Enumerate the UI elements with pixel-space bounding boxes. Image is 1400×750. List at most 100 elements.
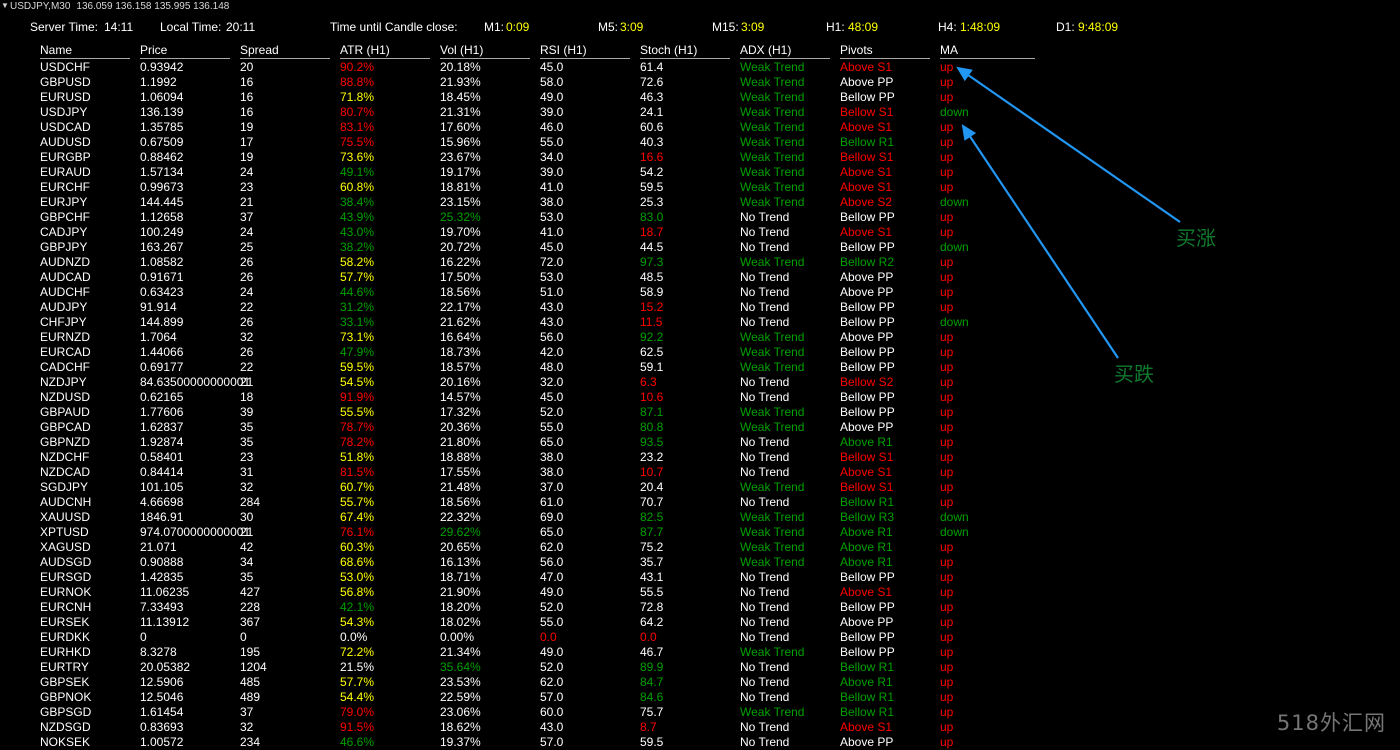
cell-spread: 24 [240,165,253,180]
cell-pivot: Bellow PP [840,345,895,360]
cell-rsi: 49.0 [540,645,563,660]
column-header-stoch[interactable]: Stoch (H1) [640,44,730,59]
table-row[interactable]: EURCNH7.3349322842.1%18.20%52.072.8No Tr… [0,600,1400,615]
cell-rsi: 57.0 [540,690,563,705]
table-row[interactable]: NZDUSD0.621651891.9%14.57%45.010.6No Tre… [0,390,1400,405]
cell-stoch: 44.5 [640,240,663,255]
table-row[interactable]: NZDCAD0.844143181.5%17.55%38.010.7No Tre… [0,465,1400,480]
cell-price: 0.69177 [140,360,183,375]
table-row[interactable]: USDCAD1.357851983.1%17.60%46.060.6Weak T… [0,120,1400,135]
cell-stoch: 59.5 [640,735,663,750]
table-row[interactable]: CADCHF0.691772259.5%18.57%48.059.1Weak T… [0,360,1400,375]
table-row[interactable]: EURHKD8.327819572.2%21.34%49.046.7Weak T… [0,645,1400,660]
cell-ma: down [940,510,969,525]
table-row[interactable]: GBPNZD1.928743578.2%21.80%65.093.5No Tre… [0,435,1400,450]
cell-ma: up [940,720,953,735]
table-row[interactable]: EURSEK11.1391236754.3%18.02%55.064.2No T… [0,615,1400,630]
cell-spread: 16 [240,105,253,120]
table-row[interactable]: EURAUD1.571342449.1%19.17%39.054.2Weak T… [0,165,1400,180]
chart-menu-caret-icon[interactable]: ▼ [0,0,10,13]
table-row[interactable]: GBPUSD1.19921688.8%21.93%58.072.6Weak Tr… [0,75,1400,90]
table-row[interactable]: SGDJPY101.1053260.7%21.48%37.020.4Weak T… [0,480,1400,495]
table-row[interactable]: CHFJPY144.8992633.1%21.62%43.011.5No Tre… [0,315,1400,330]
table-row[interactable]: EURCHF0.996732360.8%18.81%41.059.5Weak T… [0,180,1400,195]
table-row[interactable]: GBPAUD1.776063955.5%17.32%52.087.1Weak T… [0,405,1400,420]
column-header-vol[interactable]: Vol (H1) [440,44,530,59]
table-row[interactable]: XAGUSD21.0714260.3%20.65%62.075.2Weak Tr… [0,540,1400,555]
cell-vol: 19.70% [440,225,481,240]
cell-pivot: Bellow S1 [840,480,893,495]
table-row[interactable]: EURNOK11.0623542756.8%21.90%49.055.5No T… [0,585,1400,600]
column-header-spread[interactable]: Spread [240,44,330,59]
table-row[interactable]: EURJPY144.4452138.4%23.15%38.025.3Weak T… [0,195,1400,210]
cell-stoch: 24.1 [640,105,663,120]
table-row[interactable]: XPTUSD974.07000000000012176.1%29.62%65.0… [0,525,1400,540]
table-row[interactable]: AUDUSD0.675091775.5%15.96%55.040.3Weak T… [0,135,1400,150]
table-row[interactable]: GBPJPY163.2672538.2%20.72%45.044.5No Tre… [0,240,1400,255]
table-row[interactable]: GBPSEK12.590648557.7%23.53%62.084.7No Tr… [0,675,1400,690]
table-row[interactable]: GBPCHF1.126583743.9%25.32%53.083.0No Tre… [0,210,1400,225]
cell-stoch: 55.5 [640,585,663,600]
table-row[interactable]: AUDCAD0.916712657.7%17.50%53.048.5No Tre… [0,270,1400,285]
table-row[interactable]: GBPSGD1.614543779.0%23.06%60.075.7Weak T… [0,705,1400,720]
cell-pivot: Bellow PP [840,360,895,375]
cell-rsi: 38.0 [540,450,563,465]
column-header-name[interactable]: Name [40,44,130,59]
table-row[interactable]: GBPCAD1.628373578.7%20.36%55.080.8Weak T… [0,420,1400,435]
column-header-ma[interactable]: MA [940,44,1035,59]
table-row[interactable]: AUDSGD0.908883468.6%16.13%56.035.7Weak T… [0,555,1400,570]
cell-stoch: 8.7 [640,720,657,735]
timer-h4-name: H4: [938,18,957,36]
table-row[interactable]: NZDSGD0.836933291.5%18.62%43.08.7No Tren… [0,720,1400,735]
cell-price: 1.1992 [140,75,177,90]
table-row[interactable]: GBPNOK12.504648954.4%22.59%57.084.6No Tr… [0,690,1400,705]
column-header-rsi[interactable]: RSI (H1) [540,44,630,59]
table-row[interactable]: AUDJPY91.9142231.2%22.17%43.015.2No Tren… [0,300,1400,315]
cell-adx: No Trend [740,270,789,285]
table-row[interactable]: EURNZD1.70643273.1%16.64%56.092.2Weak Tr… [0,330,1400,345]
table-row[interactable]: EURTRY20.05382120421.5%35.64%52.089.9No … [0,660,1400,675]
cell-vol: 15.96% [440,135,481,150]
table-row[interactable]: NZDCHF0.584012351.8%18.88%38.023.2No Tre… [0,450,1400,465]
cell-price: 100.249 [140,225,183,240]
table-row[interactable]: EURCAD1.440662647.9%18.73%42.062.5Weak T… [0,345,1400,360]
cell-atr: 60.7% [340,480,374,495]
cell-vol: 21.80% [440,435,481,450]
cell-adx: Weak Trend [740,555,804,570]
table-row[interactable]: EURGBP0.884621973.6%23.67%34.016.6Weak T… [0,150,1400,165]
timer-m5-name: M5: [598,18,618,36]
cell-vol: 18.57% [440,360,481,375]
cell-vol: 23.06% [440,705,481,720]
cell-stoch: 75.2 [640,540,663,555]
cell-price: 11.06235 [140,585,189,600]
table-row[interactable]: AUDCHF0.634232444.6%18.56%51.058.9No Tre… [0,285,1400,300]
cell-pivot: Above PP [840,270,893,285]
symbols-table: Name Price Spread ATR (H1) Vol (H1) RSI … [0,44,1400,750]
table-row[interactable]: AUDNZD1.085822658.2%16.22%72.097.3Weak T… [0,255,1400,270]
cell-vol: 18.45% [440,90,481,105]
table-row[interactable]: EURSGD1.428353553.0%18.71%47.043.1No Tre… [0,570,1400,585]
table-row[interactable]: AUDCNH4.6669828455.7%18.56%61.070.7No Tr… [0,495,1400,510]
column-header-atr[interactable]: ATR (H1) [340,44,430,59]
cell-spread: 19 [240,120,253,135]
table-row[interactable]: XAUUSD1846.913067.4%22.32%69.082.5Weak T… [0,510,1400,525]
table-row[interactable]: USDCHF0.939422090.2%20.18%45.061.4Weak T… [0,60,1400,75]
cell-symbol: USDJPY [40,105,87,120]
cell-spread: 21 [240,375,253,390]
cell-price: 1.42835 [140,570,183,585]
cell-atr: 78.7% [340,420,374,435]
column-header-pivots[interactable]: Pivots [840,44,930,59]
table-row[interactable]: CADJPY100.2492443.0%19.70%41.018.7No Tre… [0,225,1400,240]
cell-symbol: AUDCAD [40,270,91,285]
cell-rsi: 37.0 [540,480,563,495]
column-header-price[interactable]: Price [140,44,230,59]
table-row[interactable]: USDJPY136.1391680.7%21.31%39.024.1Weak T… [0,105,1400,120]
cell-symbol: GBPSEK [40,675,89,690]
cell-rsi: 0.0 [540,630,557,645]
table-row[interactable]: EURUSD1.060941671.8%18.45%49.046.3Weak T… [0,90,1400,105]
table-row[interactable]: EURDKK000.0%0.00%0.00.0No TrendBellow PP… [0,630,1400,645]
cell-stoch: 64.2 [640,615,663,630]
column-header-adx[interactable]: ADX (H1) [740,44,830,59]
table-row[interactable]: NZDJPY84.635000000000012154.5%20.16%32.0… [0,375,1400,390]
table-row[interactable]: NOKSEK1.0057223446.6%19.37%57.059.5No Tr… [0,735,1400,750]
